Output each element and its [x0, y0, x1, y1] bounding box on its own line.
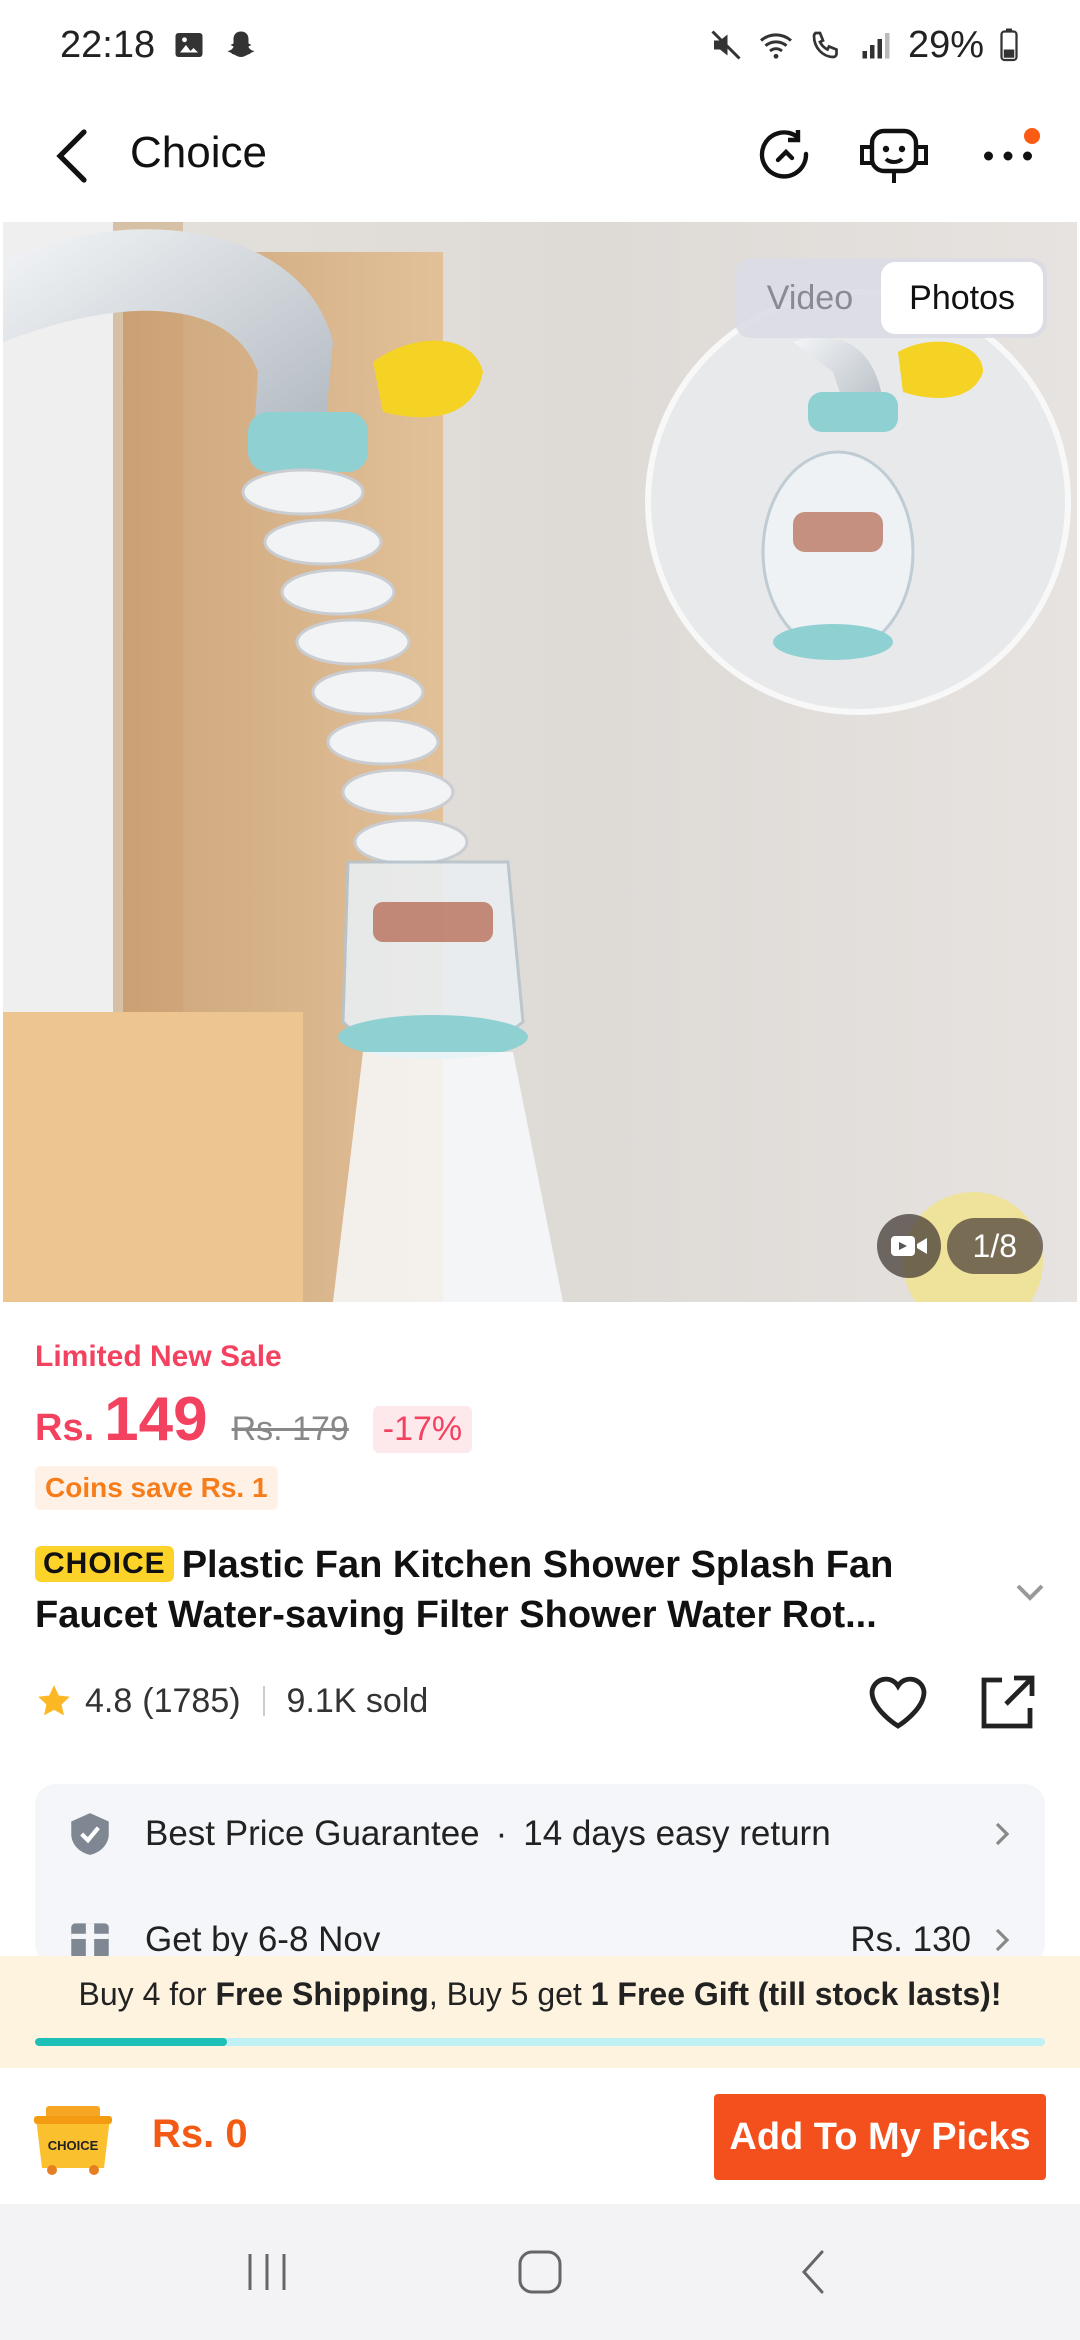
promo-progress-fill: [35, 2038, 227, 2046]
home-icon: [518, 2250, 562, 2294]
guarantee-label: Best Price Guarantee: [145, 1814, 480, 1853]
chevron-down-icon[interactable]: [1010, 1572, 1050, 1612]
promo-text-part: , Buy 5 get: [428, 1976, 591, 2012]
return-policy: 14 days easy return: [523, 1814, 831, 1853]
picks-total: Rs. 0: [152, 2112, 248, 2156]
separator-dot: ·: [495, 1814, 508, 1853]
review-count: (1785): [142, 1681, 241, 1720]
shipping-promo-text: Buy 4 for Free Shipping, Buy 5 get 1 Fre…: [0, 1976, 1080, 2013]
service-card: Best Price Guarantee · 14 days easy retu…: [35, 1784, 1045, 1964]
support-robot-icon: [860, 128, 928, 183]
gallery-icon: [175, 33, 203, 57]
photos-tab[interactable]: Photos: [881, 262, 1043, 334]
mute-icon: [711, 30, 741, 60]
shipping-promo-banner[interactable]: Buy 4 for Free Shipping, Buy 5 get 1 Fre…: [0, 1956, 1080, 2068]
share-button[interactable]: [974, 1668, 1042, 1736]
recents-icon: [248, 2254, 286, 2290]
snapchat-icon: [227, 31, 255, 57]
delivery-row[interactable]: Get by 6-8 Nov Rs. 130: [35, 1890, 1045, 1964]
home-button[interactable]: [500, 2232, 580, 2312]
choice-cart-icon: CHOICE: [34, 2106, 112, 2175]
wifi-icon: [759, 33, 792, 59]
heart-icon: [869, 1676, 927, 1729]
rating-value: 4.8: [85, 1681, 133, 1720]
chevron-right-icon: [995, 1928, 1010, 1952]
promo-label: Limited New Sale: [35, 1340, 282, 1373]
promo-progress-bar: [35, 2038, 1045, 2046]
video-tab[interactable]: Video: [739, 262, 881, 334]
product-photo: [3, 222, 1077, 1302]
coins-badge[interactable]: Coins save Rs. 1: [35, 1466, 278, 1510]
image-counter: 1/8: [946, 1218, 1043, 1274]
product-title[interactable]: CHOICE Plastic Fan Kitchen Shower Splash …: [35, 1540, 995, 1640]
add-to-picks-button[interactable]: Add To My Picks: [714, 2094, 1046, 2180]
support-button[interactable]: [858, 120, 930, 192]
delivery-estimate: Get by 6-8 Nov: [145, 1920, 381, 1959]
back-nav-button[interactable]: [773, 2232, 853, 2312]
chevron-right-icon: [995, 1822, 1010, 1846]
recents-button[interactable]: [227, 2232, 307, 2312]
bottom-action-bar: CHOICE Rs. 0 Add To My Picks: [0, 2068, 1080, 2204]
more-icon: [984, 151, 1032, 161]
system-nav-bar: [0, 2204, 1080, 2340]
video-camera-icon: [891, 1236, 927, 1256]
media-type-toggle: Video Photos: [734, 258, 1047, 338]
star-icon: [38, 1685, 70, 1716]
more-button[interactable]: [972, 120, 1044, 192]
notification-dot: [1024, 128, 1040, 144]
status-time: 22:18: [60, 23, 156, 66]
top-app-bar: Choice: [0, 90, 1080, 222]
history-icon: [759, 130, 809, 179]
video-button[interactable]: [877, 1214, 941, 1278]
product-image-gallery[interactable]: Video Photos 1/8: [3, 222, 1077, 1302]
wifi-calling-icon: [812, 31, 838, 59]
divider: [262, 1686, 265, 1716]
signal-icon: [862, 33, 890, 59]
wishlist-button[interactable]: [864, 1668, 932, 1736]
back-button[interactable]: [40, 124, 104, 188]
price-currency: Rs.: [35, 1407, 95, 1449]
history-button[interactable]: [750, 120, 822, 192]
sold-count: 9.1K sold: [286, 1681, 429, 1720]
status-bar: 22:18 29%: [0, 0, 1080, 90]
promo-free-shipping: Free Shipping: [215, 1976, 429, 2012]
original-price: Rs. 179: [231, 1410, 349, 1448]
share-icon: [981, 1675, 1035, 1729]
shield-check-icon: [71, 1813, 109, 1855]
price-row: Rs. 149 Rs. 179 -17%: [35, 1384, 473, 1455]
discount-badge: -17%: [372, 1406, 473, 1453]
current-price: 149: [104, 1385, 208, 1454]
back-nav-icon: [802, 2250, 824, 2294]
battery-icon: [1000, 28, 1018, 62]
battery-percentage: 29%: [907, 23, 984, 66]
guarantee-row[interactable]: Best Price Guarantee · 14 days easy retu…: [35, 1784, 1045, 1884]
choice-logo: CHOICE: [35, 1546, 174, 1582]
cart-logo-text: CHOICE: [48, 2138, 99, 2153]
choice-cart-button[interactable]: CHOICE: [32, 2098, 114, 2176]
back-icon: [56, 129, 87, 183]
rating-row[interactable]: 4.8 (1785) 9.1K sold: [35, 1676, 428, 1726]
shipping-fee: Rs. 130: [850, 1920, 971, 1959]
page-title: Choice: [130, 128, 267, 177]
promo-text-part: Buy 4 for: [78, 1976, 216, 2012]
promo-free-gift: 1 Free Gift (till stock lasts)!: [590, 1976, 1002, 2012]
